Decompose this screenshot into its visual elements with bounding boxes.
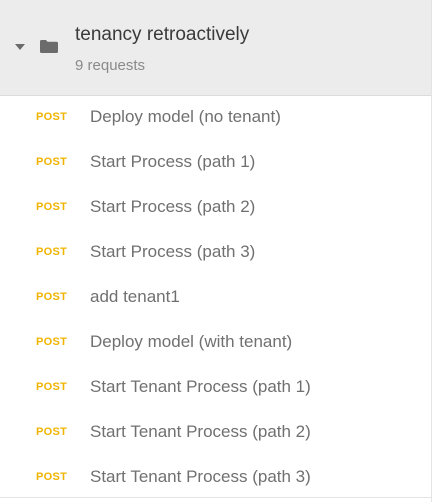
folder-title: tenancy retroactively [75,24,250,45]
request-name: Start Process (path 1) [90,152,256,171]
method-badge: POST [36,246,68,258]
method-badge: POST [36,381,68,393]
method-badge: POST [36,471,68,483]
request-list: POST Deploy model (no tenant) POST Start… [0,96,431,501]
request-item[interactable]: POST Deploy model (with tenant) [0,321,431,366]
method-badge: POST [36,426,68,438]
request-name: Deploy model (no tenant) [90,107,281,126]
request-name: Deploy model (with tenant) [90,332,293,351]
method-badge: POST [36,291,68,303]
method-badge: POST [36,156,68,168]
folder-request-count: 9 requests [75,57,146,74]
method-badge: POST [36,336,68,348]
request-name: Start Tenant Process (path 1) [90,377,311,396]
divider [0,497,432,498]
folder-icon [40,40,58,53]
request-item[interactable]: POST add tenant1 [0,276,431,321]
request-item[interactable]: POST Start Process (path 3) [0,231,431,276]
request-name: add tenant1 [90,287,180,306]
request-item[interactable]: POST Start Tenant Process (path 3) [0,456,431,501]
collection-sidebar: tenancy retroactively 9 requests POST De… [0,0,432,502]
folder-header[interactable]: tenancy retroactively 9 requests [0,0,431,96]
request-item[interactable]: POST Start Process (path 1) [0,141,431,186]
request-item[interactable]: POST Deploy model (no tenant) [0,96,431,141]
request-name: Start Tenant Process (path 2) [90,422,311,441]
method-badge: POST [36,111,68,123]
request-name: Start Process (path 3) [90,242,256,261]
method-badge: POST [36,201,68,213]
request-item[interactable]: POST Start Tenant Process (path 2) [0,411,431,456]
request-item[interactable]: POST Start Tenant Process (path 1) [0,366,431,411]
request-item[interactable]: POST Start Process (path 2) [0,186,431,231]
caret-down-icon[interactable] [15,44,25,50]
request-name: Start Process (path 2) [90,197,256,216]
request-name: Start Tenant Process (path 3) [90,467,311,486]
